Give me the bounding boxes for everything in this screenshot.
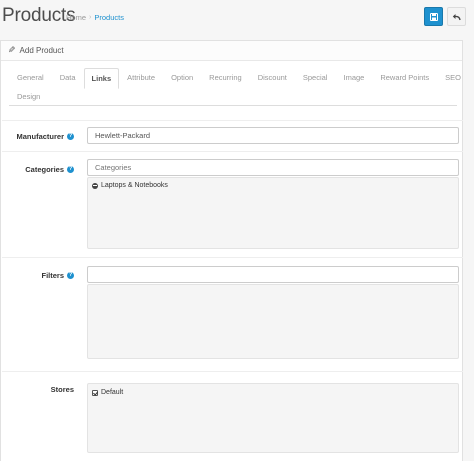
- help-icon[interactable]: ?: [67, 133, 74, 140]
- tab-data[interactable]: Data: [52, 73, 84, 88]
- panel-heading: ✎ Add Product: [1, 41, 462, 61]
- category-item: Laptops & Notebooks: [92, 182, 168, 189]
- product-tabs: General Data Links Attribute Option Recu…: [9, 68, 461, 106]
- help-icon[interactable]: ?: [67, 272, 74, 279]
- product-form-panel: ✎ Add Product General Data Links Attribu…: [0, 40, 463, 461]
- breadcrumb-separator: ›: [89, 14, 92, 21]
- manufacturer-input[interactable]: [87, 127, 459, 144]
- filters-selected-list: [87, 284, 459, 359]
- breadcrumb-home-link[interactable]: Home: [66, 13, 86, 22]
- minus-circle-icon[interactable]: [92, 182, 98, 189]
- tab-reward-points[interactable]: Reward Points: [372, 73, 437, 88]
- tab-recurring[interactable]: Recurring: [201, 73, 250, 88]
- stores-row: Stores Default: [2, 371, 463, 461]
- manufacturer-label: Manufacturer ?: [16, 132, 74, 141]
- tab-image[interactable]: Image: [335, 73, 372, 88]
- categories-input[interactable]: [87, 159, 459, 176]
- filters-row: Filters ?: [2, 257, 463, 370]
- page-title: Products: [2, 5, 76, 26]
- save-icon: [429, 12, 438, 21]
- back-button[interactable]: [447, 7, 466, 26]
- page-header: Products Home › Products: [0, 0, 474, 40]
- filters-label: Filters ?: [41, 271, 74, 280]
- pencil-icon: ✎: [8, 45, 16, 55]
- tab-seo[interactable]: SEO: [437, 73, 469, 88]
- tab-option[interactable]: Option: [163, 73, 201, 88]
- tab-attribute[interactable]: Attribute: [119, 73, 163, 88]
- tab-row-2: Design: [9, 88, 457, 106]
- tab-special[interactable]: Special: [295, 73, 336, 88]
- reply-icon: [452, 13, 461, 20]
- manufacturer-row: Manufacturer ?: [2, 120, 463, 150]
- tab-general[interactable]: General: [9, 73, 52, 88]
- categories-label: Categories ?: [25, 165, 74, 174]
- breadcrumb: Home › Products: [66, 13, 124, 22]
- tab-discount[interactable]: Discount: [250, 73, 295, 88]
- categories-row: Categories ? Laptops & Notebooks: [2, 151, 463, 256]
- stores-list: Default: [87, 383, 459, 453]
- panel-heading-title: Add Product: [19, 46, 64, 55]
- breadcrumb-products-link[interactable]: Products: [94, 13, 124, 22]
- filters-input[interactable]: [87, 266, 459, 283]
- stores-label: Stores: [50, 385, 74, 394]
- help-icon[interactable]: ?: [67, 166, 74, 173]
- save-button[interactable]: [424, 7, 443, 26]
- tab-links[interactable]: Links: [83, 68, 120, 89]
- tab-row-1: General Data Links Attribute Option Recu…: [9, 68, 461, 89]
- page: Products Home › Products ✎ Add Product G…: [0, 0, 474, 461]
- store-default-checkbox[interactable]: [92, 389, 98, 396]
- store-option[interactable]: Default: [92, 389, 123, 396]
- categories-selected-list: Laptops & Notebooks: [87, 177, 459, 249]
- tab-design[interactable]: Design: [9, 92, 48, 101]
